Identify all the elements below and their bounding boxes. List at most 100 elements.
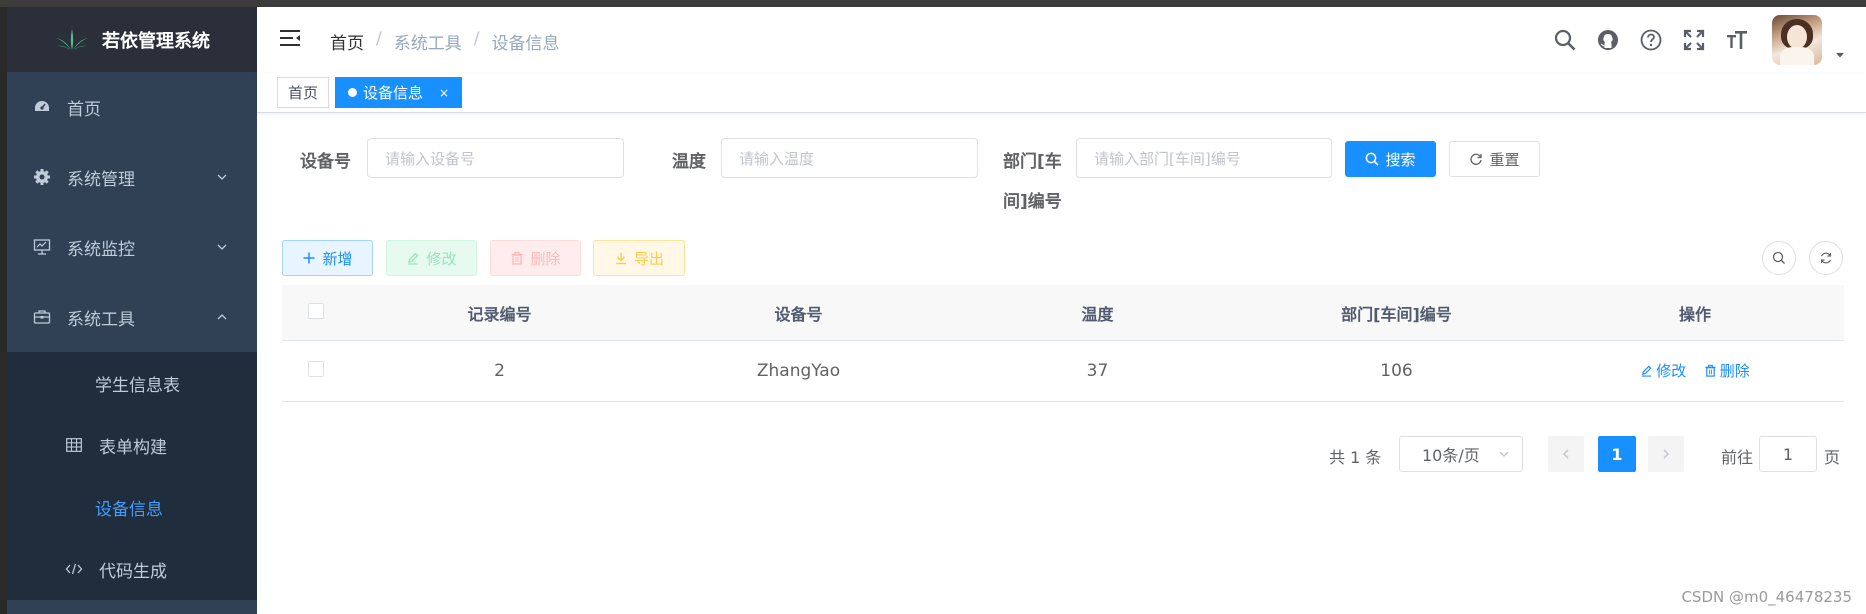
plus-icon — [303, 252, 315, 264]
chevron-left-icon — [1563, 449, 1569, 459]
goto-label: 前往 — [1721, 448, 1754, 467]
search-icon — [1366, 152, 1380, 166]
row-delete-link[interactable]: 删除 — [1704, 360, 1750, 381]
device-label: 设备号 — [300, 152, 351, 172]
select-all-cell — [282, 302, 350, 323]
device-table: 记录编号 设备号 温度 部门[车间]编号 操作 2 ZhangYao 37 10… — [282, 285, 1844, 402]
dept-label-line2: 间]编号 — [1003, 192, 1062, 212]
device-input[interactable]: 请输入设备号 — [367, 138, 624, 178]
download-icon — [615, 252, 626, 265]
chevron-down-icon — [217, 174, 227, 180]
sidebar-item-system-tools[interactable]: 系统工具 — [7, 282, 257, 352]
avatar[interactable] — [1772, 15, 1822, 65]
pagination-total: 共 1 条 — [1329, 448, 1382, 467]
sidebar: 若依管理系统 首页 系统管理 系统监控 系统工具 学生信息表 表单构建 设备信息… — [7, 7, 257, 614]
sidebar-item-home[interactable]: 首页 — [7, 72, 257, 142]
toolbox-icon — [31, 306, 53, 328]
cell-actions: 修改 删除 — [1546, 360, 1844, 382]
tag-home[interactable]: 首页 — [277, 77, 330, 108]
logo-leaf-icon — [56, 28, 88, 50]
row-edit-link[interactable]: 修改 — [1640, 360, 1686, 381]
dept-label-line1: 部门[车 — [1003, 152, 1062, 172]
prev-page-button[interactable] — [1548, 436, 1584, 472]
sidebar-item-student-info[interactable]: 学生信息表 — [7, 352, 257, 414]
column-header[interactable]: 设备号 — [649, 301, 948, 325]
search-button[interactable]: 搜索 — [1345, 141, 1436, 177]
close-icon[interactable]: × — [439, 86, 449, 100]
page-size-select[interactable]: 10条/页 — [1399, 436, 1523, 472]
column-header: 操作 — [1678, 304, 1711, 324]
sidebar-item-code-gen[interactable]: 代码生成 — [7, 538, 257, 600]
watermark: CSDN @m0_46478235 — [1681, 588, 1852, 606]
navbar: 首页 / 系统工具 / 设备信息 — [257, 7, 1866, 73]
edit-button[interactable]: 修改 — [386, 240, 477, 276]
hamburger-icon[interactable] — [279, 27, 301, 49]
sidebar-item-device-info[interactable]: 设备信息 — [7, 476, 257, 538]
temperature-input[interactable]: 请输入温度 — [721, 138, 978, 178]
tag-device-info[interactable]: 设备信息 × — [335, 77, 463, 108]
table-row: 2 ZhangYao 37 106 修改 删除 — [282, 341, 1844, 402]
delete-icon — [511, 251, 523, 265]
chevron-up-icon — [217, 314, 227, 320]
sidebar-item-label: 设备信息 — [95, 499, 163, 520]
github-icon[interactable] — [1596, 28, 1620, 52]
column-header[interactable]: 记录编号 — [350, 301, 649, 325]
column-header[interactable]: 部门[车间]编号 — [1247, 301, 1546, 325]
column-header[interactable]: 温度 — [948, 301, 1247, 325]
refresh-icon — [1820, 252, 1832, 264]
cell-dept: 106 — [1380, 361, 1413, 381]
dept-input[interactable]: 请输入部门[车间]编号 — [1076, 138, 1332, 178]
dashboard-icon — [31, 96, 53, 118]
sidebar-item-label: 表单构建 — [99, 437, 167, 458]
edit-icon — [408, 252, 419, 265]
cell-temperature: 37 — [1086, 361, 1109, 381]
edit-icon — [1642, 365, 1652, 377]
delete-icon — [1705, 364, 1716, 377]
export-button[interactable]: 导出 — [593, 240, 685, 276]
reset-button[interactable]: 重置 — [1449, 141, 1540, 177]
breadcrumb-separator: / — [376, 29, 382, 49]
table-header: 记录编号 设备号 温度 部门[车间]编号 操作 — [282, 285, 1844, 341]
search-icon[interactable] — [1553, 28, 1577, 52]
goto-page-input[interactable]: 1 — [1759, 436, 1817, 472]
add-button[interactable]: 新增 — [282, 240, 373, 276]
row-checkbox[interactable] — [308, 360, 324, 377]
window-top-strip — [0, 0, 1866, 7]
help-icon[interactable] — [1639, 28, 1663, 52]
sidebar-item-label: 代码生成 — [99, 561, 167, 582]
chevron-down-icon — [1499, 451, 1509, 457]
table-icon — [63, 434, 85, 456]
monitor-icon — [31, 236, 53, 258]
fullscreen-icon[interactable] — [1682, 28, 1706, 52]
caret-down-icon[interactable] — [1834, 49, 1846, 61]
sidebar-item-label: 系统监控 — [67, 239, 135, 260]
font-size-icon[interactable] — [1725, 28, 1749, 52]
sidebar-logo[interactable]: 若依管理系统 — [7, 7, 257, 72]
sidebar-item-label: 首页 — [67, 99, 101, 120]
delete-button[interactable]: 删除 — [490, 240, 581, 276]
refresh-table-button[interactable] — [1809, 241, 1843, 275]
breadcrumb-system-tools: 系统工具 — [393, 34, 462, 54]
sidebar-item-system-monitor[interactable]: 系统监控 — [7, 212, 257, 282]
page-number-current[interactable]: 1 — [1598, 436, 1636, 472]
navbar-right-menu — [1553, 7, 1866, 73]
tags-view: 首页 设备信息 × — [257, 73, 1866, 113]
toggle-search-button[interactable] — [1762, 241, 1796, 275]
refresh-icon — [1470, 153, 1483, 165]
chevron-down-icon — [217, 244, 227, 250]
sidebar-item-system-manage[interactable]: 系统管理 — [7, 142, 257, 212]
sidebar-item-form-build[interactable]: 表单构建 — [7, 414, 257, 476]
cell-device: ZhangYao — [756, 361, 841, 381]
search-icon — [1772, 251, 1785, 264]
sidebar-item-label: 学生信息表 — [95, 375, 180, 396]
breadcrumb-separator: / — [473, 29, 480, 49]
next-page-button[interactable] — [1648, 436, 1684, 472]
sidebar-item-label: 系统工具 — [67, 309, 135, 330]
select-all-checkbox[interactable] — [308, 302, 324, 319]
active-dot-icon — [348, 88, 357, 97]
breadcrumb-home[interactable]: 首页 — [330, 29, 364, 54]
cell-record-id: 2 — [494, 361, 505, 381]
page-suffix: 页 — [1824, 448, 1841, 467]
row-select-cell — [282, 360, 350, 382]
app-title: 若依管理系统 — [102, 30, 210, 52]
